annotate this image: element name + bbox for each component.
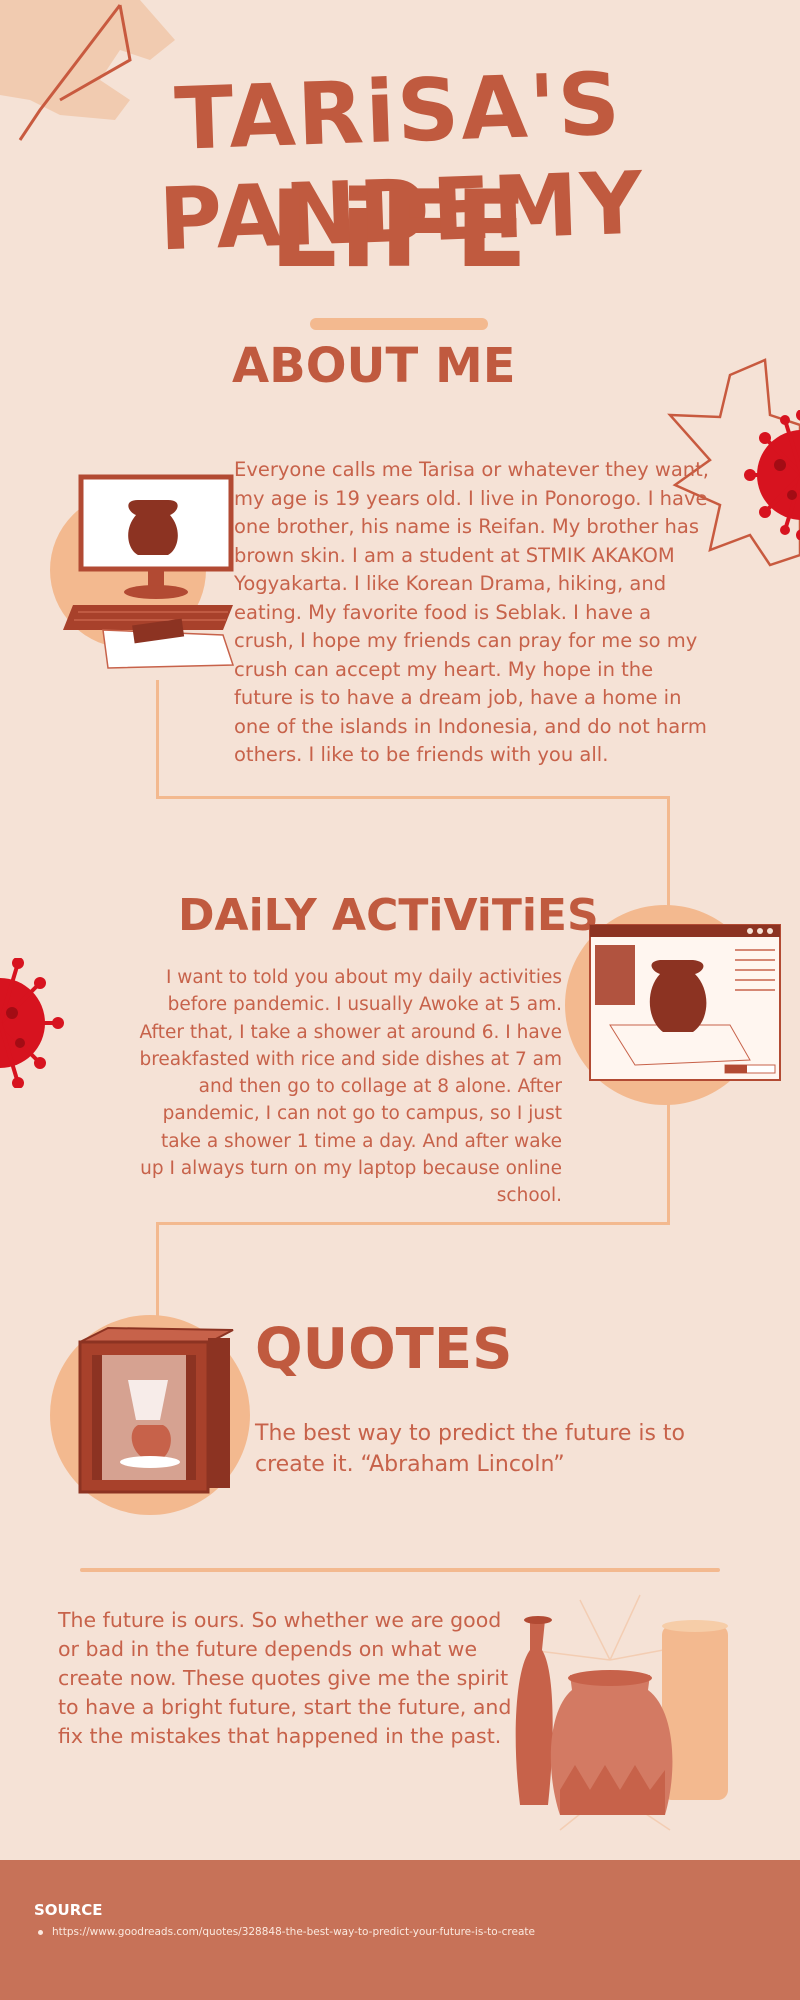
connector-4	[667, 1095, 670, 1225]
bullet-icon	[38, 1930, 43, 1935]
about-text: Everyone calls me Tarisa or whatever the…	[234, 458, 709, 766]
connector-2	[156, 796, 670, 799]
about-heading: ABOUT ME	[232, 338, 516, 394]
section-divider	[80, 1568, 720, 1572]
daily-heading: DAiLY ACTiViTiES	[178, 890, 599, 941]
virus-icon	[744, 410, 800, 540]
title-line2: LiFE	[269, 168, 531, 291]
web-vase-illustration	[565, 905, 781, 1105]
virus-icon	[0, 958, 64, 1088]
source-label: SOURCE	[34, 1901, 103, 1919]
computer-vase-illustration	[50, 474, 235, 669]
vases-illustration	[515, 1594, 728, 1831]
future-text: The future is ours. So whether we are go…	[58, 1608, 512, 1748]
connector-5	[156, 1222, 670, 1225]
quote-text: The best way to predict the future is to…	[255, 1421, 686, 1477]
quotes-heading: QUOTES	[255, 1317, 513, 1382]
title-underline	[310, 318, 488, 330]
source-link[interactable]: https://www.goodreads.com/quotes/328848-…	[52, 1926, 535, 1938]
kiln-vase-illustration	[50, 1315, 250, 1515]
daily-text: I want to told you about my daily activi…	[139, 967, 562, 1207]
connector-1	[156, 680, 159, 798]
